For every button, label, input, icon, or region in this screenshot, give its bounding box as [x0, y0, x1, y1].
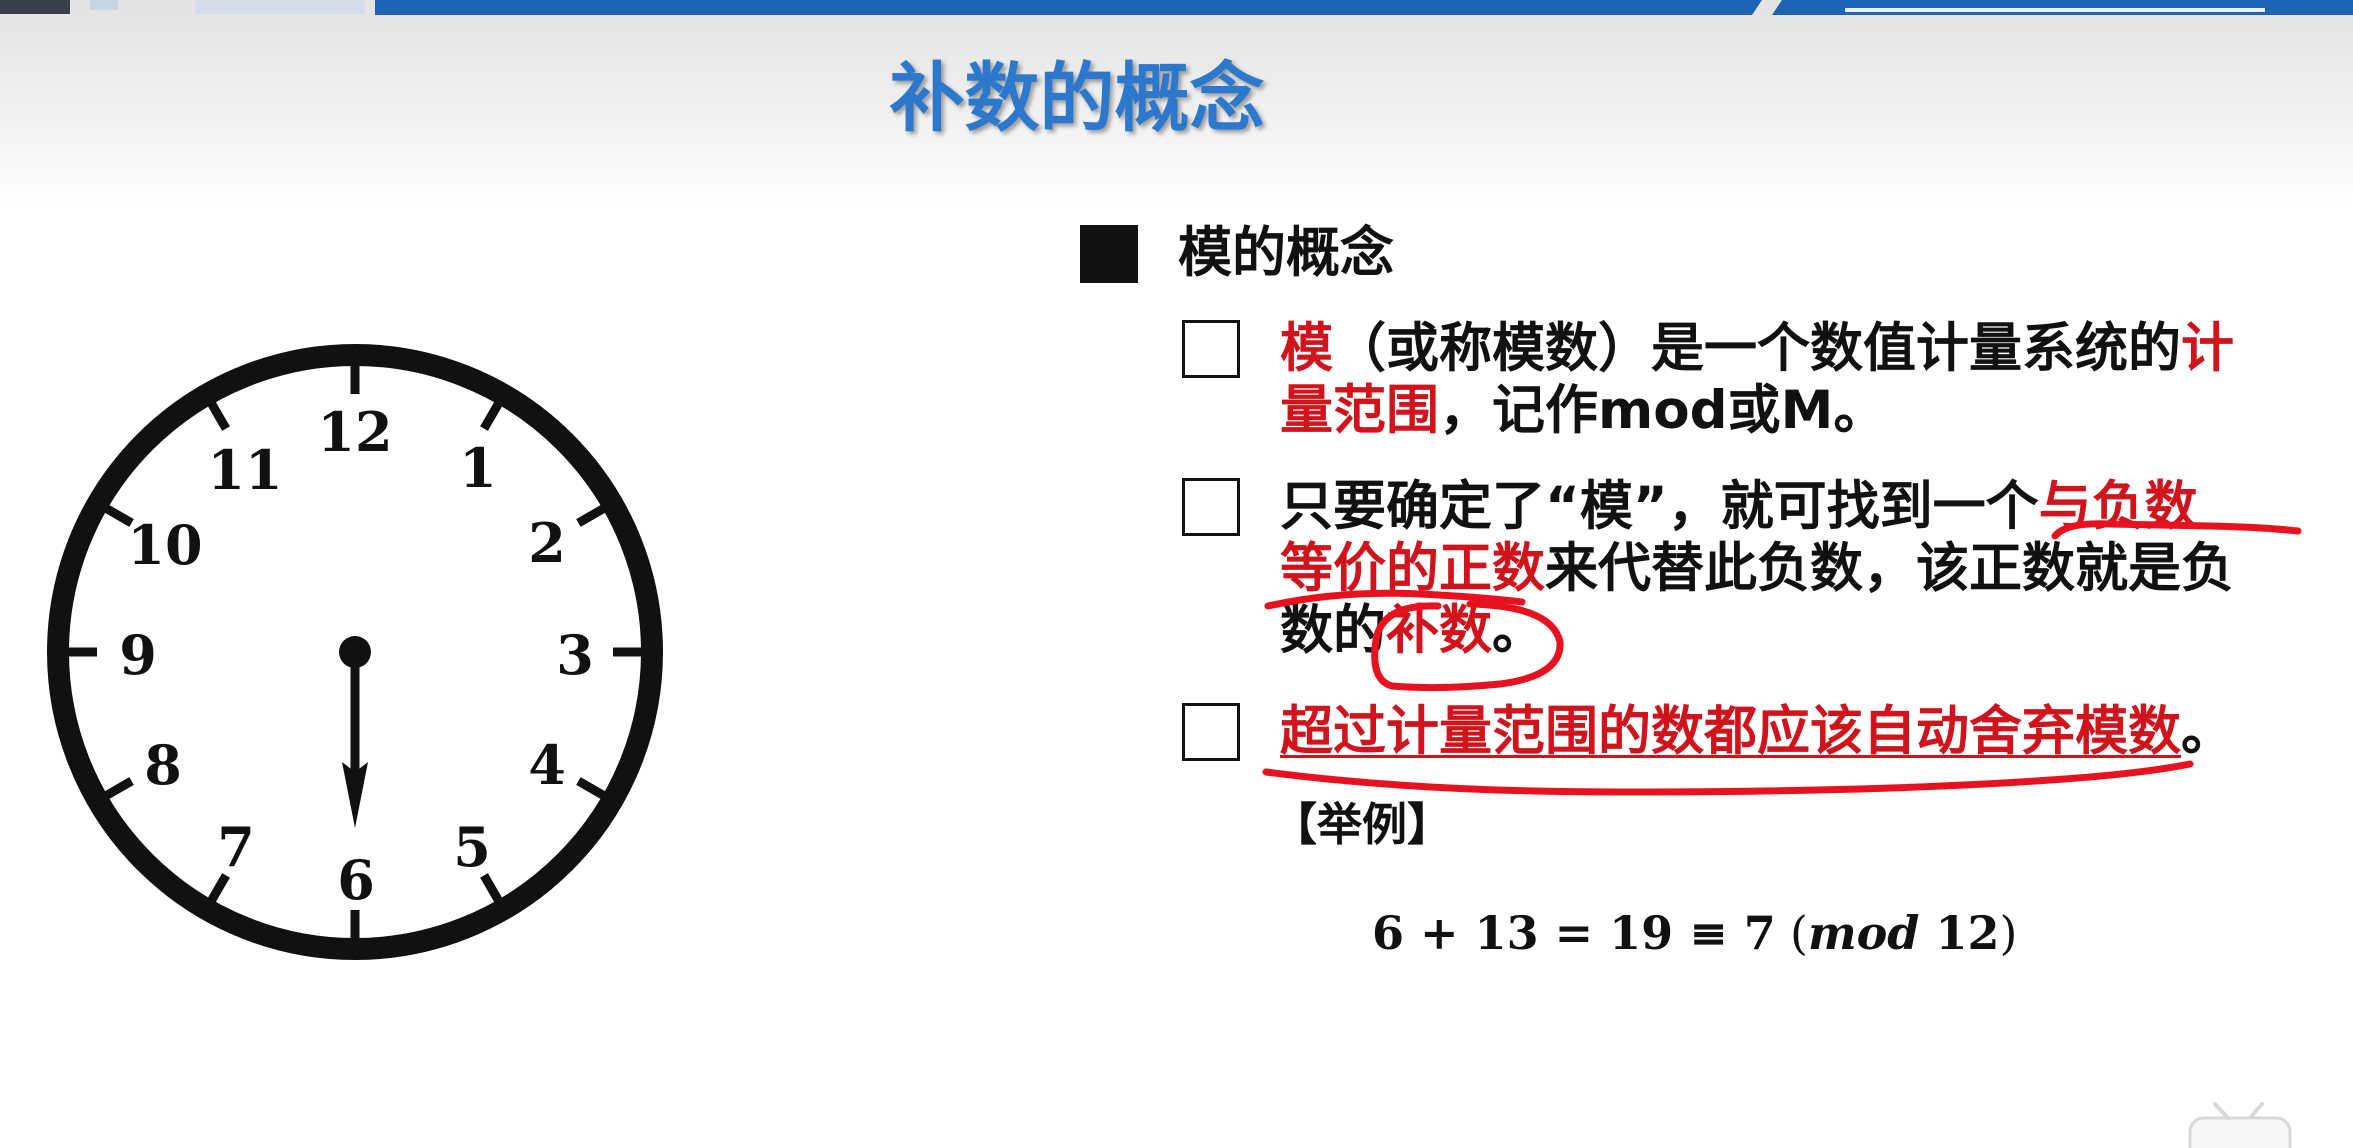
top-left-logo-fragment [0, 0, 70, 14]
body-text: （或称模数）是一个数值计量系统的 [1333, 318, 2181, 379]
clock-center-dot [339, 636, 371, 668]
body-text: 只要确定了“模”，就可找到一个 [1280, 476, 2039, 537]
clock-number-12: 12 [317, 400, 392, 464]
top-left-logo-fragment [195, 0, 365, 14]
emphasis-text: 计 [2181, 318, 2234, 379]
emphasis-text: 补数 [1386, 600, 1492, 661]
clock-number-8: 8 [144, 733, 182, 797]
emphasis-text: 量范围 [1280, 380, 1439, 441]
annotation-underline-overflow-rule [1262, 760, 2194, 796]
clock-icon: 12 1 2 3 4 5 6 7 8 9 10 11 [47, 344, 663, 960]
formula-close-paren: ) [1999, 906, 2018, 960]
banner-stripe-right [1772, 0, 2353, 15]
hollow-square-bullet-icon [1182, 703, 1240, 761]
clock-number-10: 10 [127, 513, 202, 577]
bullet-line: 数的补数。 [1280, 600, 2234, 662]
emphasis-text: 超过计量范围的数都应该自动舍弃模数 [1280, 701, 2181, 762]
slide-title: 补数的概念 [889, 54, 1265, 142]
top-left-logo-fragment [90, 0, 118, 10]
hollow-square-bullet-icon [1182, 478, 1240, 536]
bullet-line: 模（或称模数）是一个数值计量系统的计 [1280, 318, 2234, 380]
top-banner [0, 0, 2353, 15]
hollow-square-bullet-icon [1182, 320, 1240, 378]
tv-mascot-icon [2188, 1102, 2292, 1148]
bullet-text: 模（或称模数）是一个数值计量系统的计 量范围，记作mod或M。 [1280, 318, 2234, 442]
formula-modulus-value: 12 [1935, 906, 2000, 960]
clock-number-9: 9 [119, 623, 157, 687]
example-label: 【举例】 [1272, 798, 1453, 851]
body-text: 。 [2181, 701, 2234, 762]
formula-mod-word: mod [1807, 906, 1920, 960]
clock-number-7: 7 [217, 815, 255, 879]
body-text: 数的 [1280, 600, 1386, 661]
clock-number-2: 2 [528, 511, 566, 575]
bullet-line: 只要确定了“模”，就可找到一个与负数 [1280, 476, 2234, 538]
emphasis-text: 模 [1280, 318, 1333, 379]
body-text: 来代替此负数，该正数就是负 [1545, 538, 2234, 599]
clock-hand-shaft [350, 652, 360, 776]
bullet-line: 等价的正数来代替此负数，该正数就是负 [1280, 538, 2234, 600]
body-text: ，记作mod或M。 [1439, 380, 1887, 441]
bullet-text: 超过计量范围的数都应该自动舍弃模数。 [1280, 701, 2234, 763]
emphasis-text: 等价的正数 [1280, 538, 1545, 599]
formula-open-paren: ( [1790, 906, 1808, 960]
clock-number-11: 11 [207, 438, 282, 502]
banner-stripe-left [375, 0, 1762, 15]
bullet-text: 只要确定了“模”，就可找到一个与负数 等价的正数来代替此负数，该正数就是负 数的… [1280, 476, 2234, 662]
filled-square-bullet-icon [1080, 225, 1138, 283]
body-text: 。 [1492, 600, 1545, 661]
formula-expression: 6 + 13 = 19 ≡ 7 [1372, 906, 1776, 960]
bullet-line: 量范围，记作mod或M。 [1280, 380, 2234, 442]
clock-number-6: 6 [337, 848, 375, 912]
section-heading: 模的概念 [1178, 221, 1394, 284]
banner-text-fragment [1845, 8, 2265, 12]
clock-number-5: 5 [453, 815, 491, 879]
clock-number-1: 1 [459, 436, 497, 500]
clock-number-4: 4 [528, 733, 566, 797]
clock-number-3: 3 [556, 623, 594, 687]
formula-modulus: (mod 12) [1790, 903, 2017, 963]
bullet-line: 超过计量范围的数都应该自动舍弃模数。 [1280, 701, 2234, 763]
emphasis-text: 与负数 [2038, 476, 2198, 537]
